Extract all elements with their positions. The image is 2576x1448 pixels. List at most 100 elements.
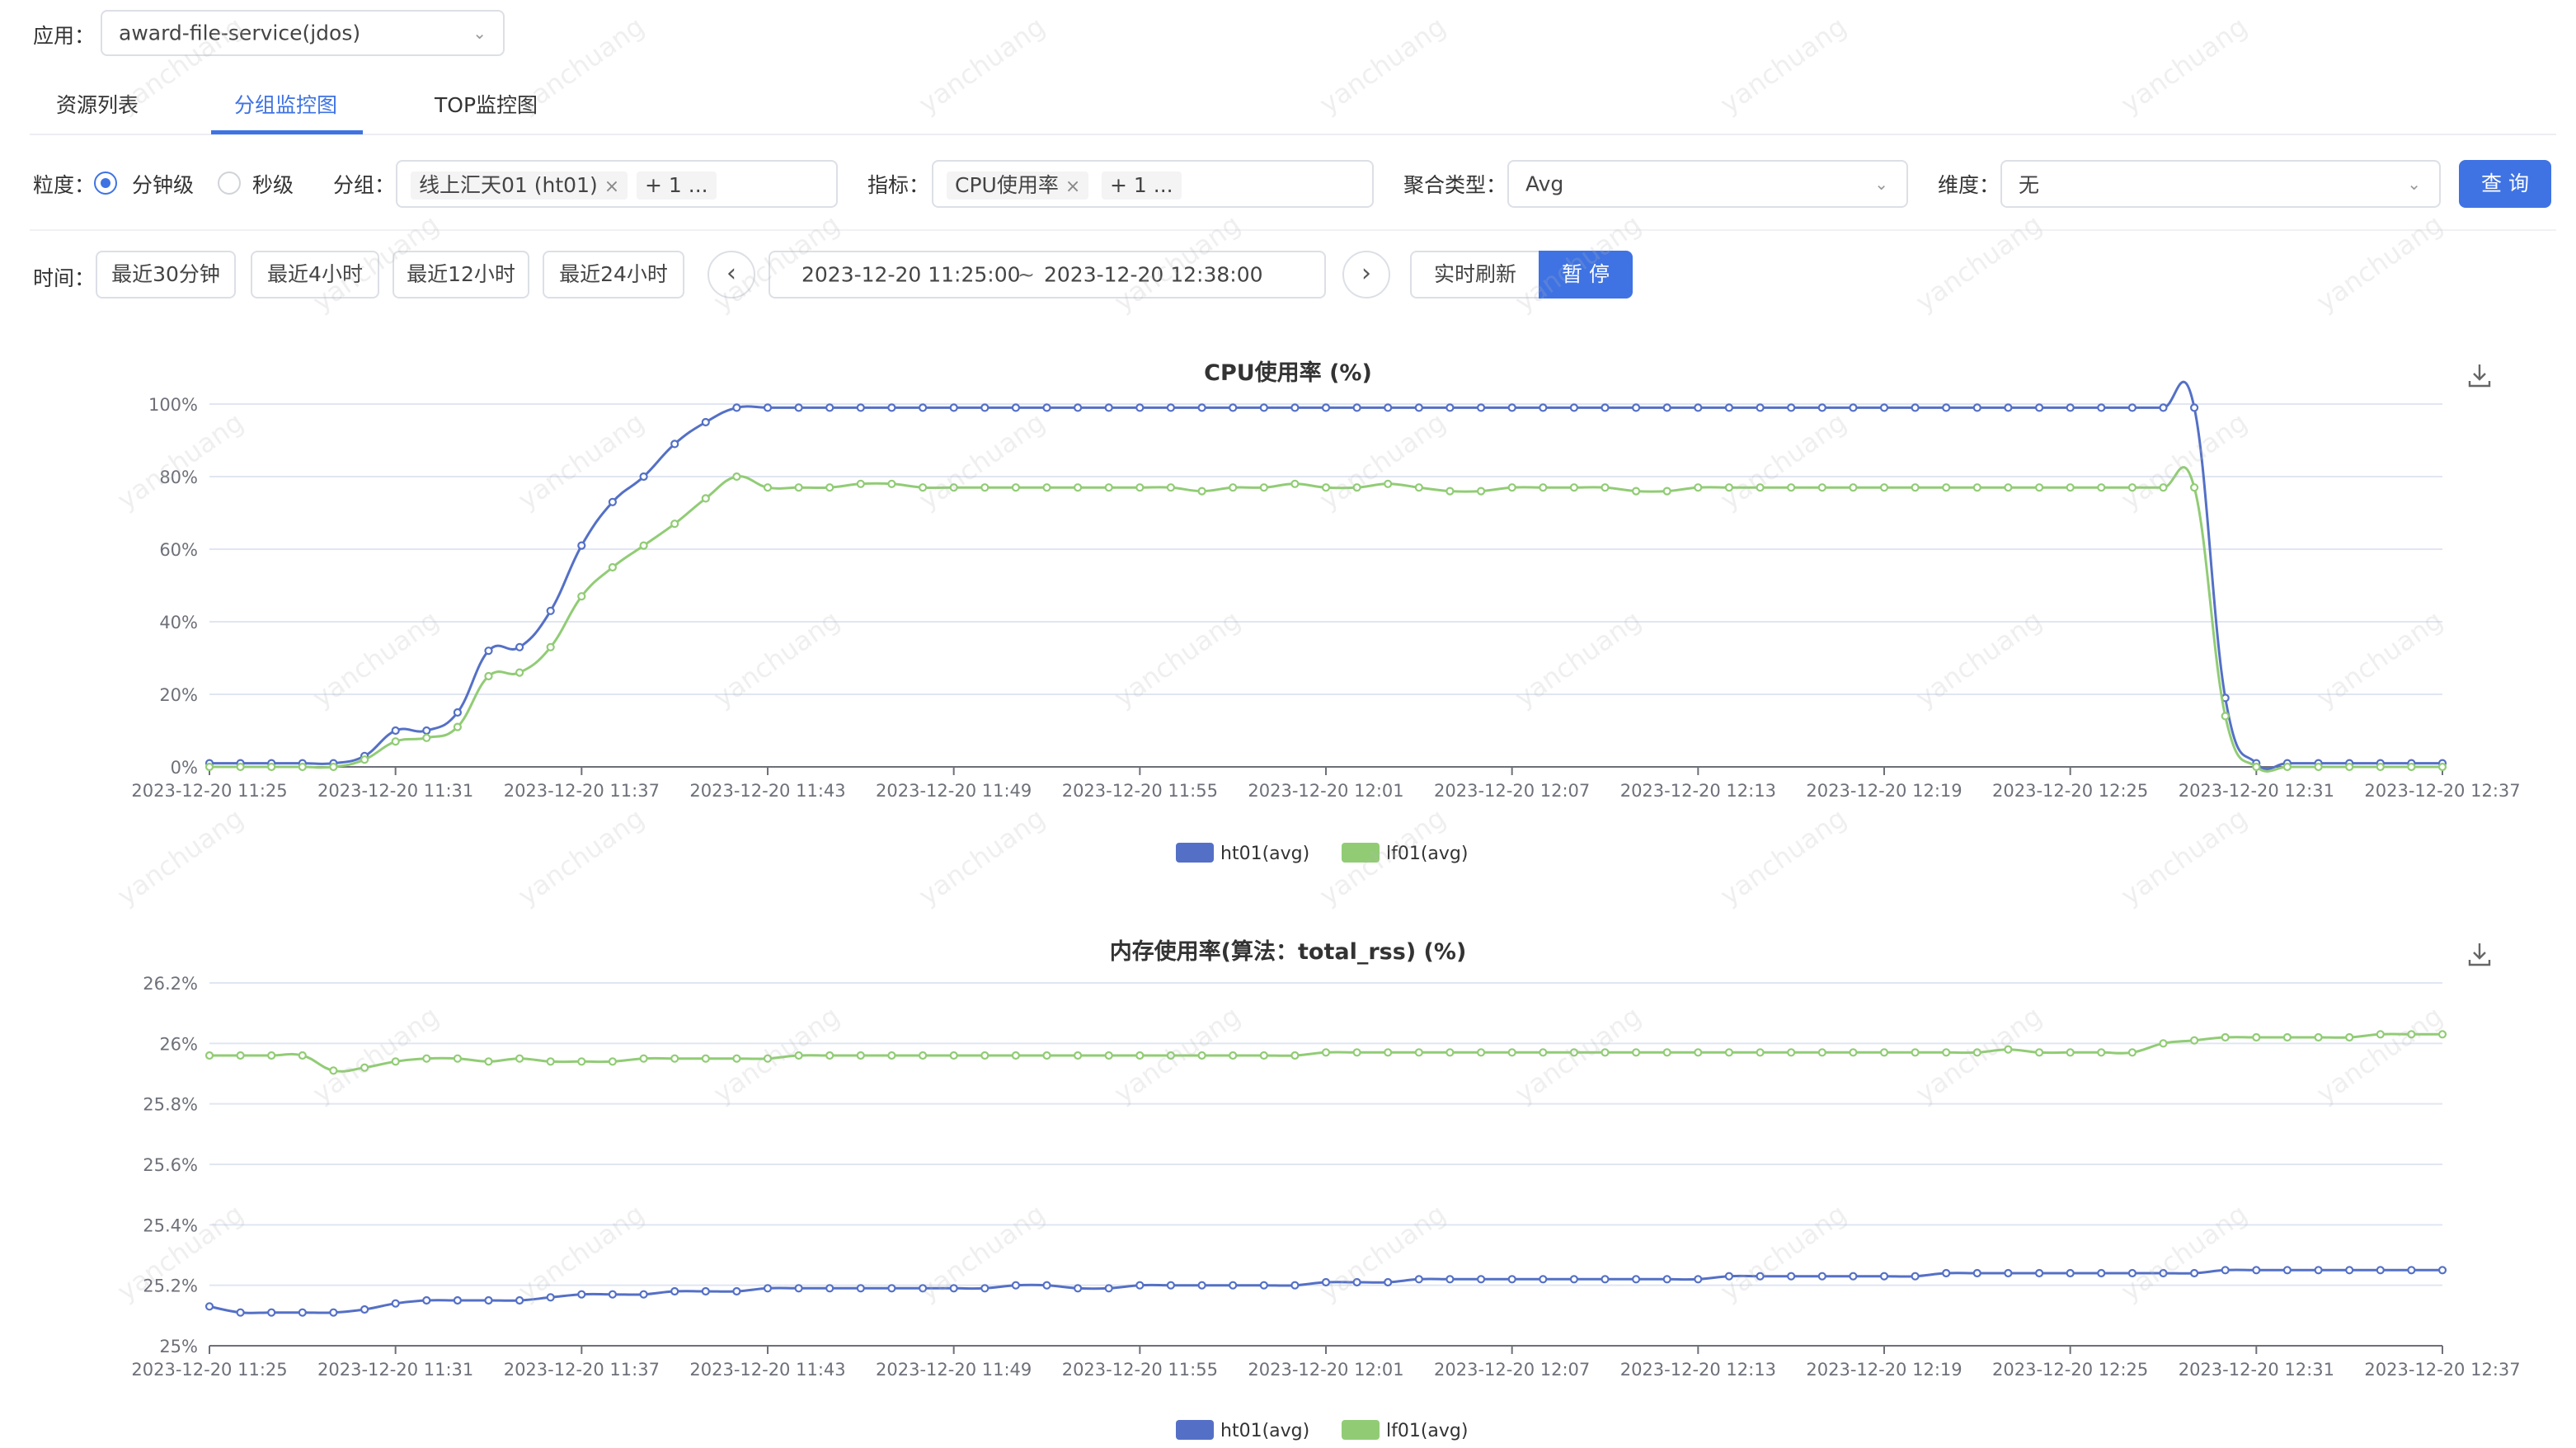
x-tick-label: 2023-12-20 11:49 (876, 781, 1032, 801)
next-range-button[interactable]: › (1342, 251, 1390, 299)
tab-resource-list[interactable]: 资源列表 (56, 89, 139, 119)
data-point (670, 440, 679, 449)
quick-range-4h[interactable]: 最近4小时 (251, 251, 379, 299)
x-tick-label: 2023-12-20 11:25 (131, 781, 287, 801)
data-point (980, 403, 990, 412)
data-point (1352, 1048, 1361, 1057)
close-icon[interactable]: × (604, 176, 619, 197)
cpu-usage-chart: 0% 20% 40% 60% 80% 100% 2023-12-20 11:25 2023-1… (131, 380, 2521, 864)
time-end[interactable]: 2023-12-20 12:38:00 (1044, 263, 1263, 287)
data-point (608, 1290, 618, 1299)
data-point (887, 1284, 896, 1293)
query-button[interactable]: 查 询 (2459, 160, 2551, 208)
data-point (1414, 403, 1423, 412)
watermark-text: yanchuang (913, 10, 1051, 120)
quick-range-24h[interactable]: 最近24小时 (543, 251, 684, 299)
data-point (1817, 1048, 1826, 1057)
app-label: 应用： (33, 24, 96, 48)
data-point (1601, 483, 1610, 492)
data-point (1073, 403, 1083, 412)
data-point (1321, 1048, 1331, 1057)
data-point (1724, 403, 1733, 412)
data-point (1694, 483, 1703, 492)
radio-minute[interactable] (94, 172, 117, 195)
data-point (918, 1284, 928, 1293)
data-point (1229, 483, 1238, 492)
tab-top-monitor[interactable]: TOP监控图 (435, 89, 538, 119)
app-select[interactable]: award-file-service(jdos) ⌄ (101, 10, 505, 56)
tabs-divider (30, 134, 2556, 135)
pause-button[interactable]: 暂 停 (1539, 251, 1633, 299)
data-point (949, 1051, 958, 1060)
data-point (298, 1308, 307, 1317)
data-point (1135, 1051, 1145, 1060)
group-select[interactable]: 线上汇天01 (ht01) × + 1 ... (396, 160, 838, 208)
data-point (1756, 1048, 1765, 1057)
data-point (298, 762, 307, 772)
data-point (2035, 1048, 2044, 1057)
chevron-down-icon: ⌄ (2407, 174, 2421, 194)
data-point (1321, 403, 1331, 412)
data-point (1569, 403, 1579, 412)
data-point (1507, 403, 1516, 412)
data-point (639, 472, 648, 482)
data-point (1259, 403, 1268, 412)
realtime-refresh-button[interactable]: 实时刷新 (1410, 251, 1540, 299)
data-point (1787, 1272, 1796, 1281)
dimension-value: 无 (2019, 173, 2040, 197)
data-point (1601, 403, 1610, 412)
quick-range-12h[interactable]: 最近12小时 (393, 251, 529, 299)
data-point (1942, 403, 1951, 412)
data-point (1259, 1051, 1268, 1060)
data-point (1507, 1048, 1516, 1057)
data-point (1631, 403, 1641, 412)
data-point (918, 1051, 928, 1060)
data-point (1290, 1281, 1300, 1290)
radio-second[interactable] (218, 172, 241, 195)
data-point (1259, 1281, 1268, 1290)
x-tick-label: 2023-12-20 12:13 (1620, 1360, 1776, 1380)
data-point (1476, 1048, 1486, 1057)
tab-group-monitor[interactable]: 分组监控图 (234, 89, 337, 119)
data-point (1352, 1277, 1361, 1287)
data-point (1662, 487, 1671, 496)
close-icon[interactable]: × (1065, 176, 1080, 197)
data-point (670, 1054, 679, 1063)
data-point (825, 1051, 834, 1060)
metric-select[interactable]: CPU使用率 × + 1 ... (932, 160, 1374, 208)
dimension-select[interactable]: 无 ⌄ (2000, 160, 2441, 208)
data-point (2282, 762, 2292, 772)
prev-range-button[interactable]: ‹ (707, 251, 755, 299)
y-tick-label: 40% (159, 613, 198, 632)
data-point (577, 592, 586, 601)
chevron-right-icon: › (1361, 259, 1371, 288)
data-point (329, 762, 338, 772)
data-point (577, 1057, 586, 1066)
data-point (2252, 762, 2261, 772)
data-point (391, 726, 400, 736)
data-point (1601, 1275, 1610, 1284)
data-point (1352, 403, 1361, 412)
radio-second-label[interactable]: 秒级 (252, 169, 294, 199)
data-point (763, 1054, 773, 1063)
quick-range-30m[interactable]: 最近30分钟 (96, 251, 236, 299)
data-point (1972, 1048, 1981, 1057)
granularity-label: 粒度： (33, 173, 96, 197)
data-point (1476, 1275, 1486, 1284)
legend-swatch (1176, 843, 1214, 863)
time-range-picker[interactable]: 2023-12-20 11:25:00 ~ 2023-12-20 12:38:0… (769, 251, 1326, 299)
data-point (1011, 483, 1021, 492)
data-point (2437, 1030, 2447, 1039)
radio-minute-label[interactable]: 分钟级 (132, 169, 194, 199)
data-point (484, 1057, 493, 1066)
data-point (1011, 403, 1021, 412)
data-point (1259, 483, 1268, 492)
data-point (1197, 1281, 1206, 1290)
data-point (1787, 403, 1796, 412)
data-point (639, 1290, 648, 1299)
data-point (546, 606, 555, 615)
data-point (794, 483, 803, 492)
aggregation-select[interactable]: Avg ⌄ (1507, 160, 1908, 208)
data-point (1694, 1048, 1703, 1057)
time-start[interactable]: 2023-12-20 11:25:00 (801, 263, 1021, 287)
